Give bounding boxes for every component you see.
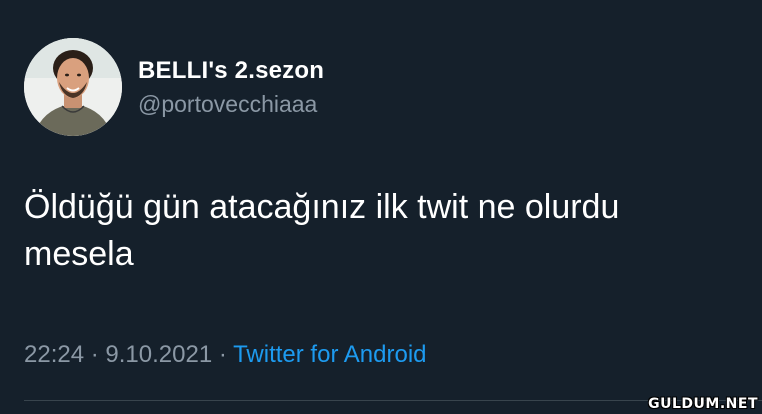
tweet-time[interactable]: 22:24 [24,341,84,368]
tweet-text: Öldüğü gün atacağınız ilk twit ne olurdu… [24,184,754,278]
user-handle[interactable]: @portovecchiaaa [138,91,317,118]
profile-photo-icon [24,38,122,136]
tweet-date[interactable]: 9.10.2021 [105,341,212,368]
meta-separator: · [84,341,106,368]
tweet-card: BELLI's 2.sezon @portovecchiaaa Öldüğü g… [0,0,762,414]
tweet-meta: 22:24 · 9.10.2021 · Twitter for Android [24,341,427,369]
tweet-source-link[interactable]: Twitter for Android [233,341,426,368]
tweet-text-line: Öldüğü gün atacağınız ilk twit ne olurdu [24,188,620,226]
watermark: GULDUM.NET [648,396,758,412]
avatar[interactable] [24,38,122,136]
display-name[interactable]: BELLI's 2.sezon [138,57,324,85]
tweet-text-line: mesela [24,235,134,273]
meta-separator: · [212,341,234,368]
